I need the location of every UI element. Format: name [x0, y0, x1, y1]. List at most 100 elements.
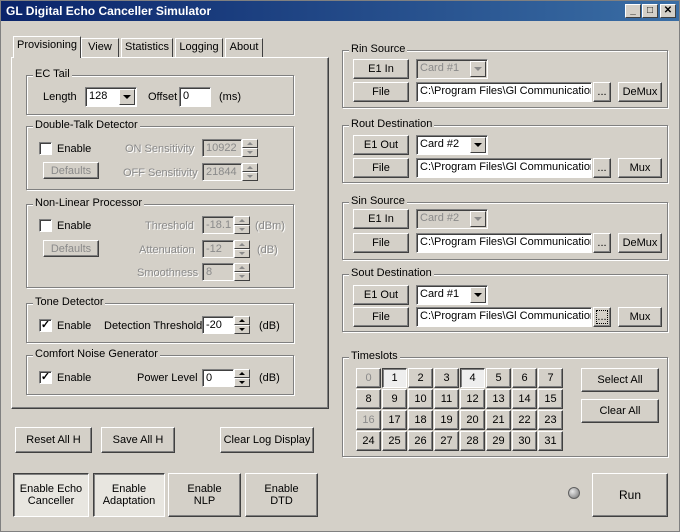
sout-port-button[interactable]: E1 Out — [353, 285, 409, 305]
rout-card-combo[interactable]: Card #2 — [416, 135, 488, 155]
tab-view[interactable]: View — [81, 38, 119, 58]
timeslot-cell[interactable]: 2 — [408, 368, 433, 388]
timeslot-cell[interactable]: 21 — [486, 410, 511, 430]
timeslot-cell[interactable]: 31 — [538, 431, 563, 451]
chevron-down-icon[interactable] — [470, 137, 486, 153]
timeslot-cell[interactable]: 24 — [356, 431, 381, 451]
chevron-down-icon[interactable] — [470, 61, 486, 77]
reset-all-button[interactable]: Reset All H — [15, 427, 92, 453]
offset-input[interactable]: 0 — [179, 87, 211, 107]
timeslot-cell[interactable]: 12 — [460, 389, 485, 409]
rin-demux-button[interactable]: DeMux — [618, 82, 662, 102]
tab-provisioning[interactable]: Provisioning — [13, 36, 81, 58]
timeslot-cell[interactable]: 28 — [460, 431, 485, 451]
timeslot-cell[interactable]: 29 — [486, 431, 511, 451]
timeslot-cell[interactable]: 15 — [538, 389, 563, 409]
sin-path-input[interactable]: C:\Program Files\Gl Communications — [416, 233, 592, 253]
length-combo[interactable]: 128 — [85, 87, 137, 107]
timeslot-cell[interactable]: 5 — [486, 368, 511, 388]
timeslot-cell[interactable]: 7 — [538, 368, 563, 388]
timeslot-cell[interactable]: 26 — [408, 431, 433, 451]
tab-about[interactable]: About — [225, 38, 263, 58]
timeslot-cell[interactable]: 30 — [512, 431, 537, 451]
timeslot-cell[interactable]: 10 — [408, 389, 433, 409]
timeslot-cell[interactable]: 4 — [460, 368, 485, 388]
clear-log-button[interactable]: Clear Log Display — [220, 427, 314, 453]
cng-enable-checkbox[interactable]: ✓ — [39, 371, 52, 384]
timeslot-cell[interactable]: 1 — [382, 368, 407, 388]
timeslot-cell[interactable]: 13 — [486, 389, 511, 409]
sin-browse-button[interactable]: ... — [593, 233, 611, 253]
smoothness-input[interactable]: 8 — [202, 263, 234, 281]
rin-card-combo[interactable]: Card #1 — [416, 59, 488, 79]
tone-enable-checkbox[interactable]: ✓ — [39, 319, 52, 332]
detection-threshold-spinner[interactable] — [234, 316, 250, 334]
timeslot-cell[interactable]: 23 — [538, 410, 563, 430]
off-sensitivity-spinner[interactable] — [242, 163, 258, 181]
rin-port-button[interactable]: E1 In — [353, 59, 409, 79]
timeslot-cell[interactable]: 14 — [512, 389, 537, 409]
chevron-down-icon[interactable] — [470, 211, 486, 227]
tab-logging[interactable]: Logging — [175, 38, 223, 58]
enable-echo-canceller-button[interactable]: Enable Echo Canceller — [13, 473, 89, 517]
threshold-input[interactable]: -18.1 — [202, 216, 234, 234]
on-sensitivity-input[interactable]: 10922 — [202, 139, 242, 157]
threshold-spinner[interactable] — [234, 216, 250, 234]
rin-browse-button[interactable]: ... — [593, 82, 611, 102]
on-sensitivity-spinner[interactable] — [242, 139, 258, 157]
timeslot-cell[interactable]: 16 — [356, 410, 381, 430]
power-level-input[interactable]: 0 — [202, 369, 234, 387]
rin-file-button[interactable]: File — [353, 82, 409, 102]
dtd-defaults-button[interactable]: Defaults — [43, 162, 99, 179]
enable-adaptation-button[interactable]: Enable Adaptation — [93, 473, 165, 517]
power-level-spinner[interactable] — [234, 369, 250, 387]
sout-mux-button[interactable]: Mux — [618, 307, 662, 327]
rout-path-input[interactable]: C:\Program Files\Gl Communications — [416, 158, 592, 178]
nlp-enable-checkbox[interactable] — [39, 219, 52, 232]
timeslot-cell[interactable]: 27 — [434, 431, 459, 451]
chevron-down-icon[interactable] — [470, 287, 486, 303]
timeslot-cell[interactable]: 25 — [382, 431, 407, 451]
sin-port-button[interactable]: E1 In — [353, 209, 409, 229]
run-button[interactable]: Run — [592, 473, 668, 517]
timeslot-cell[interactable]: 8 — [356, 389, 381, 409]
select-all-button[interactable]: Select All — [581, 368, 659, 392]
close-button[interactable]: ✕ — [660, 4, 676, 18]
sout-path-input[interactable]: C:\Program Files\Gl Communications — [416, 307, 592, 327]
chevron-down-icon[interactable] — [119, 89, 135, 105]
timeslot-cell[interactable]: 11 — [434, 389, 459, 409]
timeslot-cell[interactable]: 18 — [408, 410, 433, 430]
sout-browse-button[interactable]: ... — [593, 307, 611, 327]
enable-nlp-button[interactable]: Enable NLP — [168, 473, 241, 517]
minimize-button[interactable]: _ — [625, 4, 641, 18]
timeslot-cell[interactable]: 0 — [356, 368, 381, 388]
rout-file-button[interactable]: File — [353, 158, 409, 178]
attenuation-input[interactable]: -12 — [202, 240, 234, 258]
attenuation-spinner[interactable] — [234, 240, 250, 258]
dtd-enable-checkbox[interactable] — [39, 142, 52, 155]
rout-port-button[interactable]: E1 Out — [353, 135, 409, 155]
clear-all-button[interactable]: Clear All — [581, 399, 659, 423]
tab-statistics[interactable]: Statistics — [121, 38, 173, 58]
smoothness-spinner[interactable] — [234, 263, 250, 281]
nlp-defaults-button[interactable]: Defaults — [43, 240, 99, 257]
timeslot-cell[interactable]: 22 — [512, 410, 537, 430]
timeslot-cell[interactable]: 6 — [512, 368, 537, 388]
enable-dtd-button[interactable]: Enable DTD — [245, 473, 318, 517]
sout-file-button[interactable]: File — [353, 307, 409, 327]
timeslot-cell[interactable]: 20 — [460, 410, 485, 430]
off-sensitivity-input[interactable]: 21844 — [202, 163, 242, 181]
maximize-button[interactable]: □ — [642, 4, 658, 18]
save-all-button[interactable]: Save All H — [101, 427, 175, 453]
timeslot-cell[interactable]: 17 — [382, 410, 407, 430]
sin-file-button[interactable]: File — [353, 233, 409, 253]
rin-path-input[interactable]: C:\Program Files\Gl Communications — [416, 82, 592, 102]
timeslot-cell[interactable]: 3 — [434, 368, 459, 388]
rout-browse-button[interactable]: ... — [593, 158, 611, 178]
sin-demux-button[interactable]: DeMux — [618, 233, 662, 253]
sout-card-combo[interactable]: Card #1 — [416, 285, 488, 305]
detection-threshold-input[interactable]: -20 — [202, 316, 234, 334]
sin-card-combo[interactable]: Card #2 — [416, 209, 488, 229]
rout-mux-button[interactable]: Mux — [618, 158, 662, 178]
timeslot-cell[interactable]: 9 — [382, 389, 407, 409]
